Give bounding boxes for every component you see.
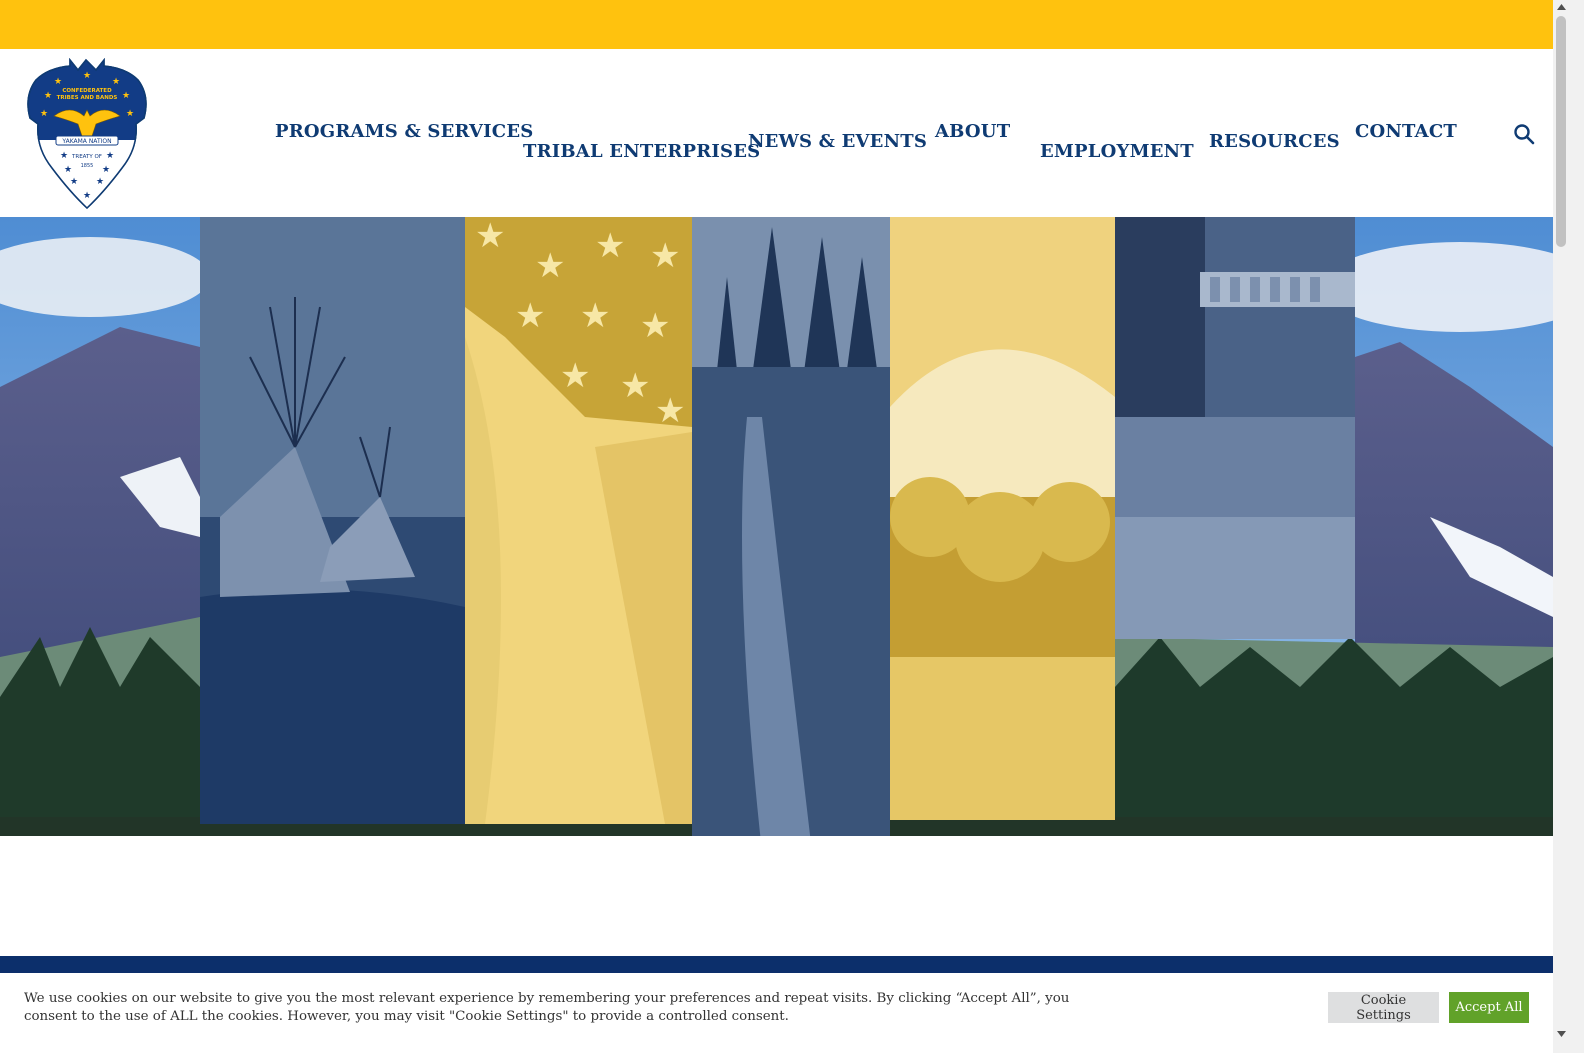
svg-text:★: ★ [515, 296, 545, 336]
svg-text:★: ★ [112, 77, 120, 87]
svg-text:★: ★ [83, 191, 91, 201]
scroll-up-arrow-icon[interactable] [1553, 0, 1570, 14]
svg-text:★: ★ [475, 217, 505, 256]
hero-panel-mount-adams[interactable] [890, 217, 1115, 820]
hero-panel-tipis[interactable] [200, 217, 465, 824]
accept-all-button[interactable]: Accept All [1449, 992, 1529, 1023]
svg-text:★: ★ [70, 177, 78, 187]
svg-text:★: ★ [560, 356, 590, 396]
svg-text:★: ★ [535, 246, 565, 286]
nav-contact[interactable]: CONTACT [1355, 121, 1457, 142]
scrollbar-thumb[interactable] [1556, 16, 1566, 247]
nav-programs-services[interactable]: PROGRAMS & SERVICES [275, 121, 533, 142]
svg-text:TRIBES AND BANDS: TRIBES AND BANDS [57, 95, 118, 101]
svg-text:★: ★ [655, 391, 685, 431]
svg-text:★: ★ [126, 109, 134, 119]
cookie-settings-button[interactable]: Cookie Settings [1328, 992, 1439, 1023]
svg-text:1855: 1855 [81, 163, 94, 169]
hero-panel-dam-grassland[interactable] [1115, 217, 1355, 639]
nav-tribal-enterprises[interactable]: TRIBAL ENTERPRISES [523, 141, 760, 162]
svg-text:CONFEDERATED: CONFEDERATED [62, 88, 112, 94]
cookie-consent-bar: We use cookies on our website to give yo… [0, 973, 1553, 1053]
svg-text:★: ★ [83, 71, 91, 81]
svg-text:★: ★ [122, 91, 130, 101]
svg-text:★: ★ [595, 226, 625, 266]
svg-text:★: ★ [620, 366, 650, 406]
content-spacer [0, 836, 1553, 956]
svg-text:★: ★ [44, 91, 52, 101]
svg-text:★: ★ [580, 296, 610, 336]
hero-panel-flag[interactable]: ★★ ★ ★★ ★ ★★ ★ ★ [465, 217, 692, 824]
nav-about[interactable]: ABOUT [935, 121, 1010, 142]
scroll-down-arrow-icon[interactable] [1553, 1027, 1570, 1041]
svg-text:★: ★ [96, 177, 104, 187]
svg-text:TREATY OF: TREATY OF [71, 154, 102, 160]
yakama-nation-logo[interactable]: ★★★ ★ ★ ★ ★ CONFEDERATED TRIBES AND BANDS … [26, 58, 148, 210]
svg-text:★: ★ [640, 306, 670, 346]
hero-panel-forest-trail[interactable] [692, 217, 890, 852]
svg-text:★: ★ [54, 77, 62, 87]
nav-resources[interactable]: RESOURCES [1209, 131, 1340, 152]
search-icon[interactable] [1512, 122, 1536, 146]
cookie-consent-text: We use cookies on our website to give yo… [24, 991, 1070, 1024]
svg-text:★: ★ [40, 109, 48, 119]
top-accent-bar [0, 0, 1553, 49]
nav-news-events[interactable]: NEWS & EVENTS [748, 131, 927, 152]
svg-text:★: ★ [60, 151, 68, 161]
svg-text:★: ★ [650, 236, 680, 276]
nav-employment[interactable]: EMPLOYMENT [1040, 141, 1194, 162]
svg-text:★: ★ [64, 165, 72, 175]
svg-text:★: ★ [106, 151, 114, 161]
svg-text:★: ★ [102, 165, 110, 175]
svg-text:YAKAMA NATION: YAKAMA NATION [61, 138, 111, 145]
footer-navy-band [0, 956, 1553, 974]
